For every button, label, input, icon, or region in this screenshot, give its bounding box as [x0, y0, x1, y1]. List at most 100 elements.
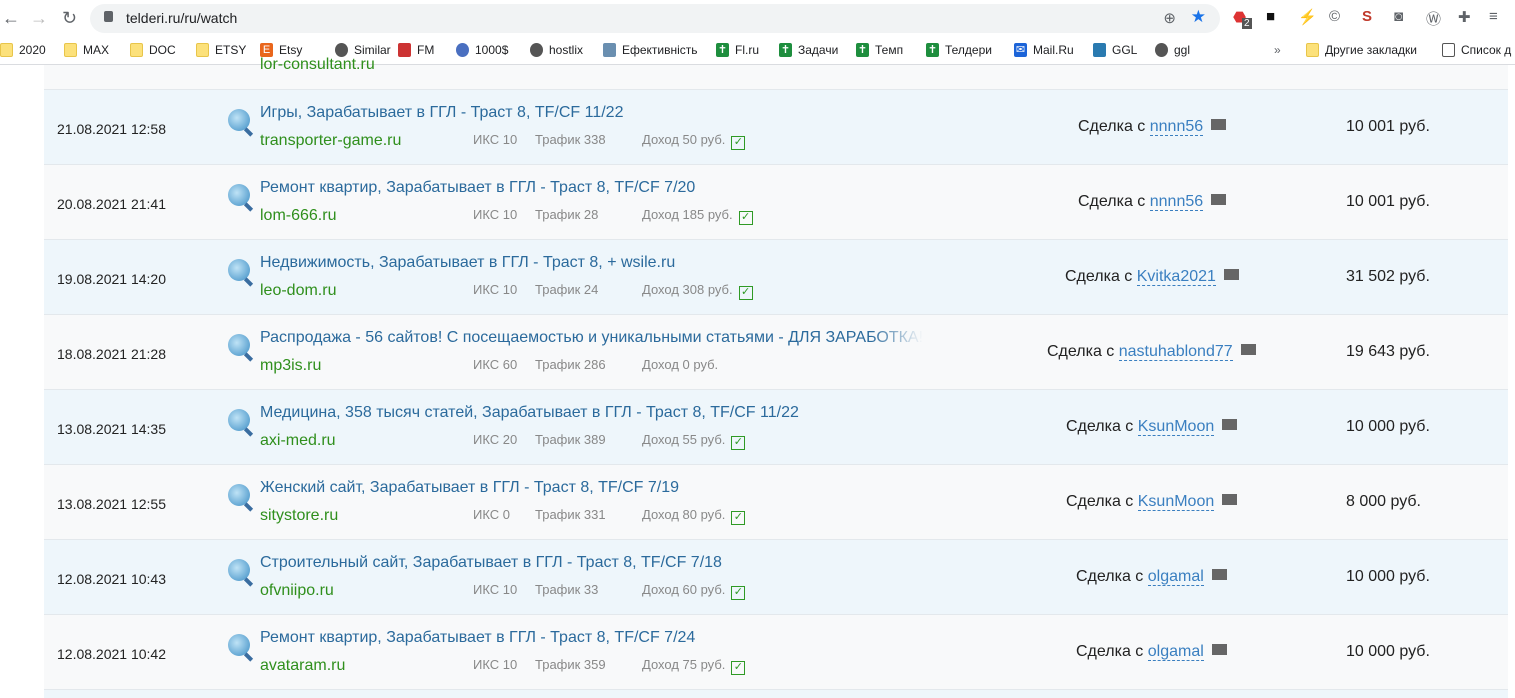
listing-title-link[interactable]: Ремонт квартир, Зарабатывает в ГГЛ - Тра…: [260, 629, 695, 647]
domain-link[interactable]: axi-med.ru: [260, 432, 336, 450]
bookmark-7[interactable]: 1000$: [456, 43, 508, 57]
listing-title-link[interactable]: Игры, Зарабатывает в ГГЛ - Траст 8, TF/C…: [260, 104, 623, 122]
forward-icon[interactable]: →: [30, 8, 48, 29]
domain-link[interactable]: avataram.ru: [260, 657, 345, 675]
income-text: Доход 50 руб.: [642, 132, 726, 147]
globe-search-icon[interactable]: [228, 634, 250, 656]
media-icon[interactable]: ≡: [1489, 8, 1498, 25]
address-bar[interactable]: telderi.ru/ru/watch ⊕ ★: [90, 4, 1220, 33]
globe-search-icon[interactable]: [228, 484, 250, 506]
globe-search-icon[interactable]: [228, 559, 250, 581]
bookmark-12[interactable]: ✝ Темп: [856, 43, 903, 57]
seller-link[interactable]: nnnn56: [1149, 118, 1204, 136]
message-envelope-icon[interactable]: [1211, 569, 1227, 580]
bookmark-label: hostlix: [549, 43, 584, 57]
bookmark-3[interactable]: ETSY: [196, 43, 246, 57]
iks-value: ИКС 10: [473, 582, 518, 597]
domain-link[interactable]: lor-consultant.ru: [260, 56, 375, 74]
bookmark-15[interactable]: GGL: [1093, 43, 1137, 57]
lightning-icon[interactable]: ⚡: [1298, 8, 1317, 26]
seller-link[interactable]: olgamal: [1147, 568, 1204, 586]
globe-search-icon[interactable]: [228, 259, 250, 281]
bookmark-1[interactable]: MAX: [64, 43, 109, 57]
bookmark-5[interactable]: Similar: [335, 43, 391, 57]
seller-link[interactable]: Kvitka2021: [1136, 268, 1216, 286]
domain-link[interactable]: lom-666.ru: [260, 207, 336, 225]
deal-info: Сделка с nastuhablond77: [1047, 343, 1256, 361]
bookmark-6[interactable]: FM: [398, 43, 434, 57]
listing-title-link[interactable]: Ремонт квартир, Зарабатывает в ГГЛ - Тра…: [260, 179, 695, 197]
seo-icon[interactable]: S: [1362, 8, 1372, 25]
bookmark-label: GGL: [1112, 43, 1138, 57]
bookmark-8[interactable]: hostlix: [530, 43, 583, 57]
sheets-icon: ✝: [926, 43, 939, 57]
bookmark-11[interactable]: ✝ Задачи: [779, 43, 838, 57]
price: 10 001 руб.: [1346, 118, 1430, 135]
url-text[interactable]: telderi.ru/ru/watch: [126, 10, 237, 26]
globe-search-icon[interactable]: [228, 184, 250, 206]
income-value: Доход 50 руб. ✓: [642, 132, 746, 150]
date: 13.08.2021 14:35: [57, 421, 166, 437]
domain-link[interactable]: mp3is.ru: [260, 357, 321, 375]
listing-title-link[interactable]: Распродажа - 56 сайтов! С посещаемостью …: [260, 329, 923, 347]
listing-title-link[interactable]: Женский сайт, Зарабатывает в ГГЛ - Траст…: [260, 479, 679, 497]
date: 13.08.2021 12:55: [57, 496, 166, 512]
message-envelope-icon[interactable]: [1222, 419, 1238, 430]
bookmark-9[interactable]: Ефективність: [603, 43, 698, 57]
seller-link[interactable]: nnnn56: [1149, 193, 1204, 211]
listing-title-link[interactable]: Недвижимость, Зарабатывает в ГГЛ - Траст…: [260, 254, 675, 272]
back-icon[interactable]: ←: [2, 8, 20, 29]
reading-list-label: Список д: [1461, 43, 1512, 57]
bookmark-10[interactable]: ✝ Fl.ru: [716, 43, 759, 57]
extensions-puzzle-icon[interactable]: ✚: [1458, 8, 1471, 26]
deal-prefix: Сделка с: [1078, 193, 1146, 210]
more-bookmarks-chevron[interactable]: »: [1274, 43, 1281, 57]
globe-search-icon[interactable]: [228, 409, 250, 431]
other-bookmarks-label: Другие закладки: [1325, 43, 1417, 57]
other-bookmarks[interactable]: Другие закладки: [1306, 43, 1417, 57]
domain-link[interactable]: ofvniipo.ru: [260, 582, 334, 600]
seller-link[interactable]: KsunMoon: [1137, 418, 1215, 436]
bookmark-label: 2020: [19, 43, 46, 57]
bookmark-13[interactable]: ✝ Телдери: [926, 43, 992, 57]
bookmark-star-icon[interactable]: ★: [1191, 7, 1206, 27]
domain-link[interactable]: leo-dom.ru: [260, 282, 336, 300]
listing-title-link[interactable]: Медицина, 358 тысяч статей, Зарабатывает…: [260, 404, 799, 422]
domain-link[interactable]: transporter-game.ru: [260, 132, 401, 150]
bookmark-16[interactable]: ggl: [1155, 43, 1190, 57]
bookmark-4[interactable]: E Etsy: [260, 43, 302, 57]
bookmark-label: Задачи: [798, 43, 839, 57]
message-envelope-icon[interactable]: [1211, 194, 1227, 205]
bookmark-14[interactable]: ✉ Mail.Ru: [1014, 43, 1074, 57]
listing-title-link[interactable]: Строительный сайт, Зарабатывает в ГГЛ - …: [260, 554, 722, 572]
bookmark-2[interactable]: DOC: [130, 43, 176, 57]
message-envelope-icon[interactable]: [1211, 119, 1227, 130]
seller-link[interactable]: KsunMoon: [1137, 493, 1215, 511]
reading-list[interactable]: Список д: [1442, 43, 1511, 57]
camera-icon[interactable]: ◙: [1394, 8, 1403, 25]
message-envelope-icon[interactable]: [1240, 344, 1256, 355]
copyright-icon[interactable]: ©: [1329, 8, 1340, 25]
wordpress-icon[interactable]: Ⓦ: [1426, 8, 1441, 29]
income-text: Доход 185 руб.: [642, 207, 733, 222]
reload-icon[interactable]: ↻: [62, 8, 77, 29]
income-value: Доход 60 руб. ✓: [642, 582, 746, 600]
tampermonkey-icon[interactable]: ■: [1266, 8, 1275, 25]
seller-link[interactable]: olgamal: [1147, 643, 1204, 661]
seller-link[interactable]: nastuhablond77: [1118, 343, 1233, 361]
message-envelope-icon[interactable]: [1223, 269, 1239, 280]
lock-icon: [104, 11, 113, 22]
globe-search-icon[interactable]: [228, 109, 250, 131]
traffic-value: Трафик 24: [535, 282, 599, 297]
message-envelope-icon[interactable]: [1211, 644, 1227, 655]
price: 19 643 руб.: [1346, 343, 1430, 360]
message-envelope-icon[interactable]: [1222, 494, 1238, 505]
bookmark-0[interactable]: 2020: [0, 43, 46, 57]
bookmark-label: Телдери: [945, 43, 992, 57]
domain-link[interactable]: sitystore.ru: [260, 507, 338, 525]
table-row-partial: [44, 690, 1508, 698]
bookmark-label: 1000$: [475, 43, 509, 57]
globe-search-icon[interactable]: [228, 334, 250, 356]
folder-icon: [0, 43, 13, 57]
zoom-icon[interactable]: ⊕: [1163, 9, 1176, 27]
